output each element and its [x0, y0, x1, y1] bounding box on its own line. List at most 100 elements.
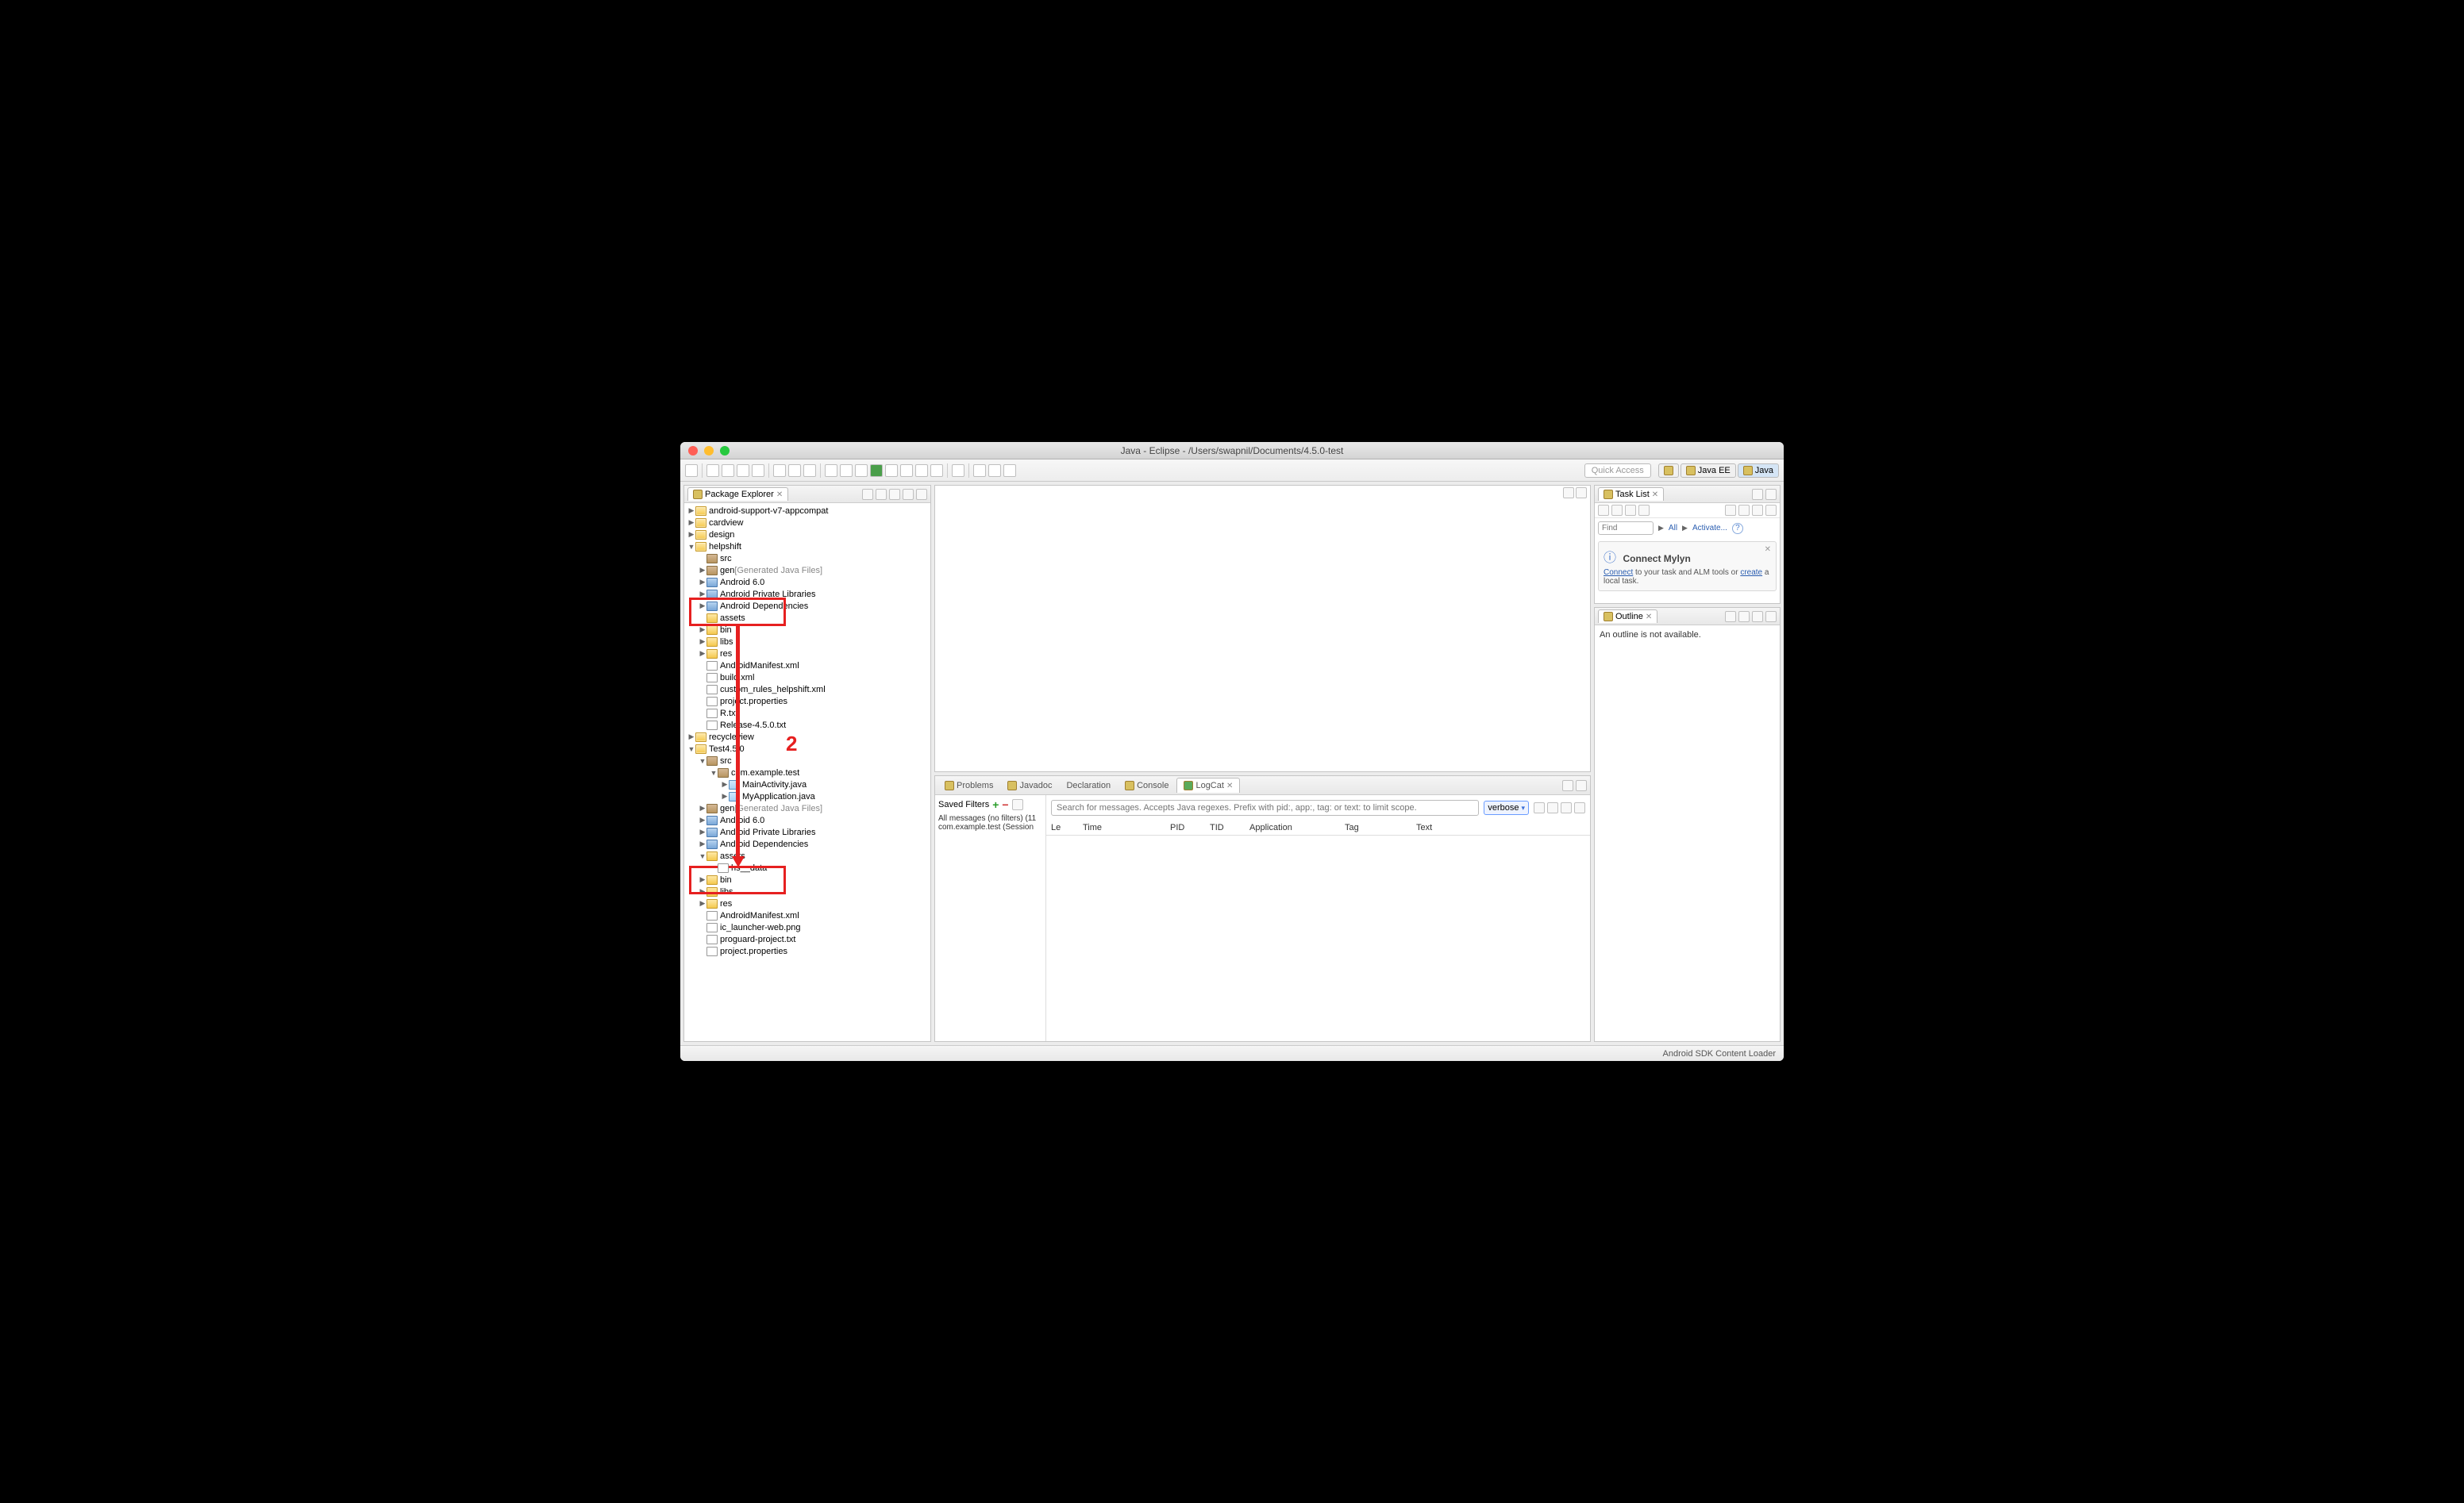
disclosure-icon[interactable]: ▶ — [687, 518, 695, 527]
col-pid[interactable]: PID — [1170, 823, 1194, 832]
add-filter-icon[interactable]: + — [992, 798, 999, 811]
tree-node[interactable]: ▼com.example.test — [684, 767, 930, 778]
log-level-select[interactable]: verbose▾ — [1484, 801, 1529, 815]
tree-node[interactable]: ▶design — [684, 529, 930, 540]
maximize-icon[interactable] — [1765, 489, 1777, 500]
all-link[interactable]: All — [1669, 524, 1677, 532]
tree-node[interactable]: ▶libs — [684, 636, 930, 648]
open-type-icon[interactable] — [930, 464, 943, 477]
maximize-icon[interactable] — [1576, 487, 1587, 498]
minimize-icon[interactable] — [1752, 489, 1763, 500]
back-icon[interactable] — [988, 464, 1001, 477]
tree-node[interactable]: ▶Android Dependencies — [684, 838, 930, 850]
disclosure-icon[interactable]: ▼ — [687, 543, 695, 551]
tree-node[interactable]: ▶gen [Generated Java Files] — [684, 564, 930, 576]
new-package-icon[interactable] — [900, 464, 913, 477]
tree-node[interactable]: ▶Android Private Libraries — [684, 588, 930, 600]
maximize-icon[interactable] — [1576, 780, 1587, 791]
disclosure-icon[interactable]: ▶ — [699, 578, 706, 586]
edit-filter-icon[interactable] — [1012, 799, 1023, 810]
tree-node[interactable]: ▶res — [684, 648, 930, 659]
disclosure-icon[interactable]: ▼ — [699, 757, 706, 765]
help-icon[interactable]: ? — [1732, 523, 1743, 534]
declaration-tab[interactable]: Declaration — [1060, 778, 1117, 793]
tree-node[interactable]: project.properties — [684, 695, 930, 707]
display-filters-icon[interactable] — [1561, 802, 1572, 813]
tree-node[interactable]: ▶android-support-v7-appcompat — [684, 505, 930, 517]
tree-node[interactable]: ▶Android 6.0 — [684, 576, 930, 588]
tree-node[interactable]: AndroidManifest.xml — [684, 909, 930, 921]
disclosure-icon[interactable]: ▶ — [699, 566, 706, 575]
tree-node[interactable]: ▶recycleview — [684, 731, 930, 743]
new-class-icon[interactable] — [915, 464, 928, 477]
logcat-search-input[interactable] — [1051, 800, 1479, 816]
disclosure-icon[interactable]: ▶ — [687, 530, 695, 539]
collapse-icon[interactable] — [1738, 505, 1750, 516]
tree-node[interactable]: proguard-project.txt — [684, 933, 930, 945]
disclosure-icon[interactable]: ▶ — [721, 792, 729, 801]
disclosure-icon[interactable]: ▶ — [699, 637, 706, 646]
tree-node[interactable]: ▼Test4.5.0 — [684, 743, 930, 755]
col-tid[interactable]: TID — [1210, 823, 1234, 832]
tree-node[interactable]: ▼src — [684, 755, 930, 767]
col-app[interactable]: Application — [1249, 823, 1329, 832]
tree-node[interactable]: project.properties — [684, 945, 930, 957]
disclosure-icon[interactable]: ▶ — [699, 649, 706, 658]
schedule-icon[interactable] — [1625, 505, 1636, 516]
disclosure-icon[interactable]: ▶ — [699, 828, 706, 836]
tree-node[interactable]: Release-4.5.0.txt — [684, 719, 930, 731]
tree-node[interactable]: AndroidManifest.xml — [684, 659, 930, 671]
create-link[interactable]: create — [1740, 568, 1762, 577]
tree-node[interactable]: ▼assets — [684, 850, 930, 862]
collapse-all-icon[interactable] — [862, 489, 873, 500]
minimize-icon[interactable] — [1563, 487, 1574, 498]
tree-node[interactable]: src — [684, 552, 930, 564]
search-icon[interactable] — [952, 464, 964, 477]
tree-node[interactable]: ▶Android Dependencies — [684, 600, 930, 612]
tree-node[interactable]: ▼helpshift — [684, 540, 930, 552]
disclosure-icon[interactable]: ▶ — [699, 804, 706, 813]
connect-link[interactable]: Connect — [1604, 568, 1633, 577]
close-icon[interactable]: ✕ — [776, 490, 783, 499]
link-icon[interactable] — [1752, 505, 1763, 516]
save-as-icon[interactable] — [737, 464, 749, 477]
disclosure-icon[interactable]: ▶ — [687, 506, 695, 515]
tree-node[interactable]: ▶cardview — [684, 517, 930, 529]
tree-node[interactable]: ▶MainActivity.java — [684, 778, 930, 790]
minimize-icon[interactable] — [1562, 780, 1573, 791]
tree-node[interactable]: ▶MyApplication.java — [684, 790, 930, 802]
view-menu-icon[interactable] — [1738, 611, 1750, 622]
disclosure-icon[interactable]: ▶ — [721, 780, 729, 789]
disclosure-icon[interactable]: ▶ — [699, 840, 706, 848]
maximize-icon[interactable] — [1765, 611, 1777, 622]
package-explorer-tree[interactable]: 2 ▶android-support-v7-appcompat▶cardview… — [684, 503, 930, 1041]
disclosure-icon[interactable]: ▼ — [687, 745, 695, 753]
javaee-perspective-button[interactable]: Java EE — [1681, 463, 1736, 478]
link-editor-icon[interactable] — [876, 489, 887, 500]
lint-icon[interactable] — [825, 464, 837, 477]
link-icon[interactable] — [1725, 611, 1736, 622]
view-menu-icon[interactable] — [1765, 505, 1777, 516]
run-icon[interactable] — [870, 464, 883, 477]
disclosure-icon[interactable]: ▶ — [699, 590, 706, 598]
scroll-lock-icon[interactable] — [1574, 802, 1585, 813]
outline-tab[interactable]: Outline ✕ — [1598, 609, 1657, 623]
tree-node[interactable]: ▶gen [Generated Java Files] — [684, 802, 930, 814]
disclosure-icon[interactable]: ▶ — [699, 887, 706, 896]
view-menu-icon[interactable] — [889, 489, 900, 500]
ndk-icon[interactable] — [840, 464, 853, 477]
tree-node[interactable]: ▶Android 6.0 — [684, 814, 930, 826]
tree-node[interactable]: R.txt — [684, 707, 930, 719]
focus-icon[interactable] — [1725, 505, 1736, 516]
disclosure-icon[interactable]: ▶ — [699, 602, 706, 610]
disclosure-icon[interactable]: ▶ — [699, 899, 706, 908]
logcat-tab[interactable]: LogCat✕ — [1176, 778, 1240, 793]
minimize-icon[interactable] — [903, 489, 914, 500]
synchronize-icon[interactable] — [1638, 505, 1650, 516]
disclosure-icon[interactable]: ▶ — [687, 732, 695, 741]
package-explorer-tab[interactable]: Package Explorer ✕ — [687, 487, 788, 501]
close-icon[interactable]: ✕ — [1226, 782, 1233, 790]
close-icon[interactable]: ✕ — [1652, 490, 1658, 499]
console-tab[interactable]: Console — [1118, 778, 1175, 793]
quick-access-input[interactable]: Quick Access — [1584, 463, 1651, 478]
